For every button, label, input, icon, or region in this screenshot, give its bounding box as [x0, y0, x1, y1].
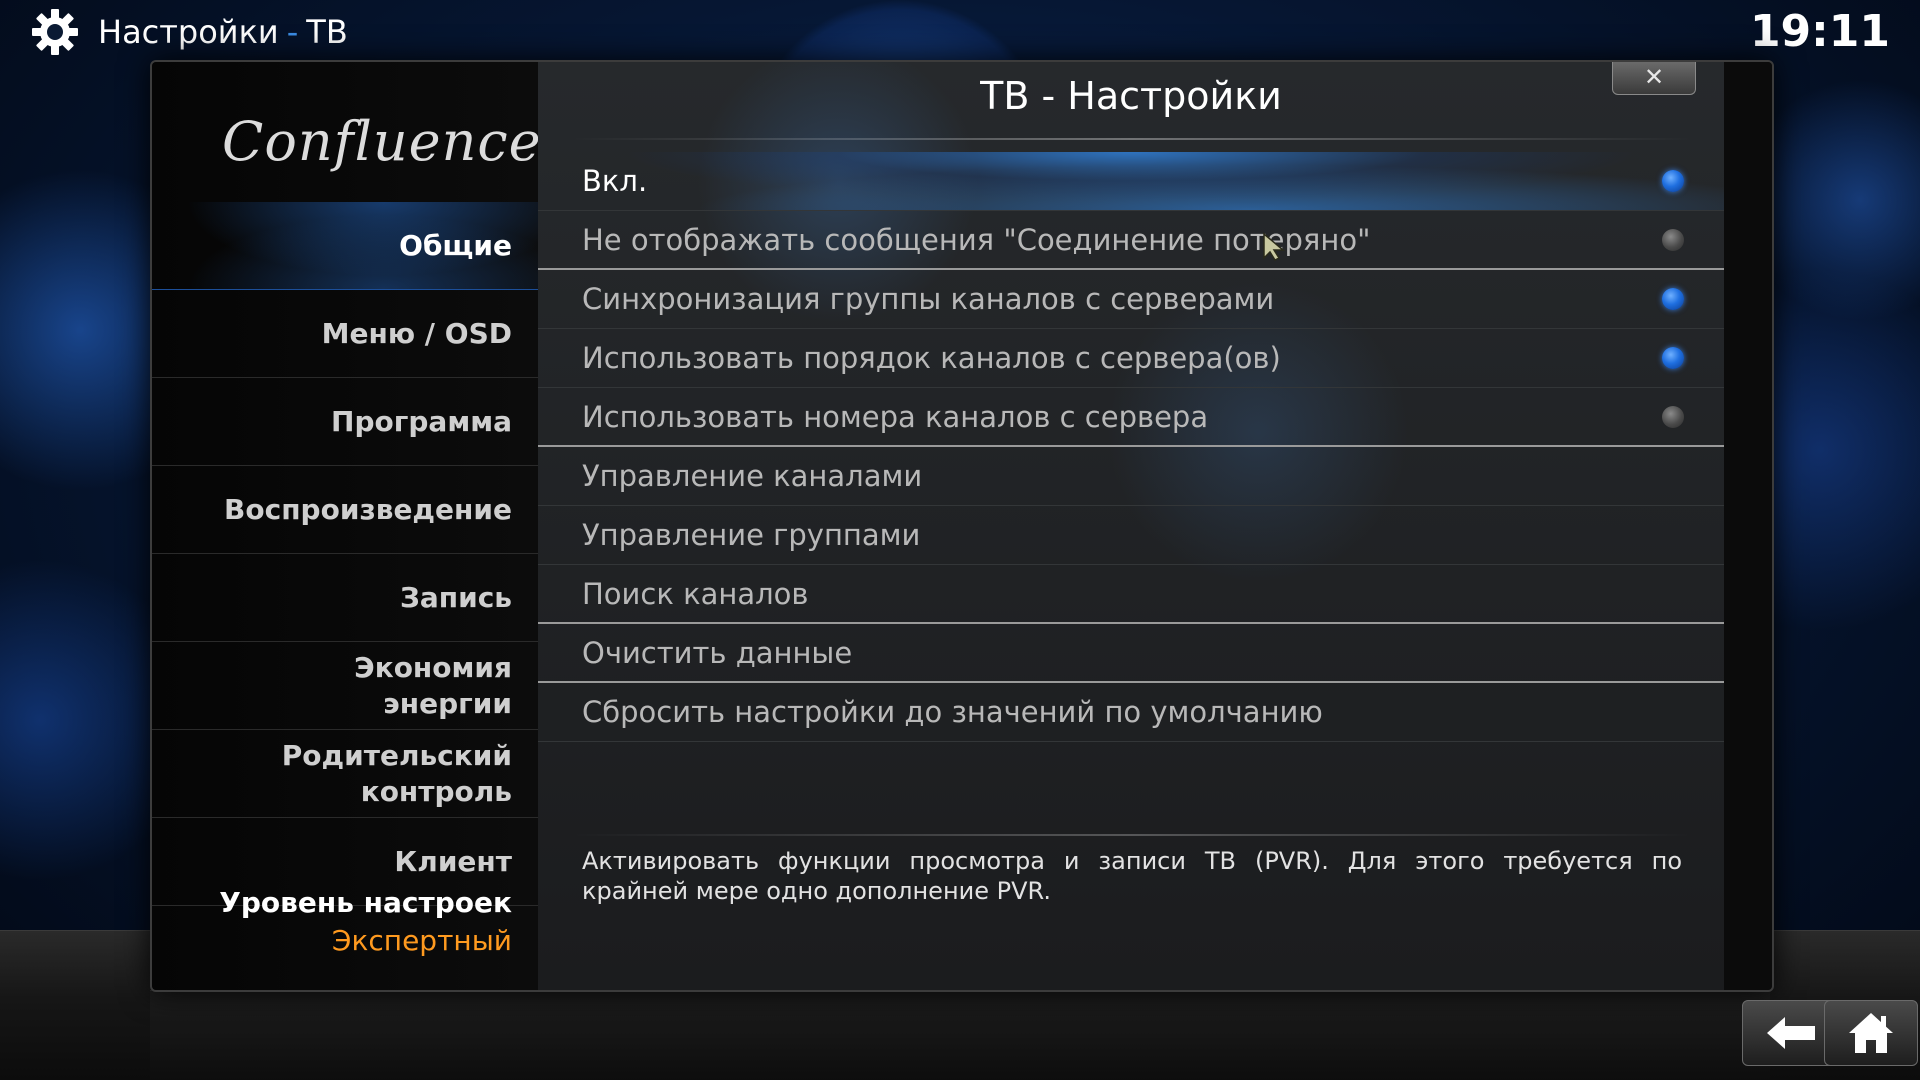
setting-row-reset-defaults[interactable]: Сбросить настройки до значений по умолча…	[538, 683, 1724, 742]
clock: 19:11	[1749, 6, 1890, 57]
help-text: Активировать функции просмотра и записи …	[582, 847, 1682, 905]
sidebar: Confluence Общие Меню / OSD Программа Во…	[152, 62, 542, 990]
setting-row-clear-data[interactable]: Очистить данные	[538, 624, 1724, 683]
home-button[interactable]	[1824, 1000, 1918, 1066]
sidebar-item-playback[interactable]: Воспроизведение	[152, 466, 538, 554]
help-divider	[572, 834, 1692, 836]
settings-level-button[interactable]: Уровень настроек Экспертный	[152, 884, 538, 984]
toggle-on-icon[interactable]	[1662, 288, 1684, 310]
home-icon	[1849, 1013, 1893, 1053]
mouse-pointer-icon	[1263, 232, 1286, 261]
sidebar-item-label: Программа	[331, 404, 512, 438]
title-divider	[572, 138, 1692, 140]
scrollbar-track[interactable]	[1724, 62, 1772, 990]
settings-level-title: Уровень настроек	[219, 886, 512, 919]
setting-row-backend-channel-numbers[interactable]: Использовать номера каналов с сервера	[538, 388, 1724, 447]
gear-icon	[32, 9, 78, 55]
sidebar-item-label: Воспроизведение	[224, 492, 512, 526]
sidebar-item-label-line2: контроль	[360, 774, 512, 808]
setting-label: Использовать номера каналов с сервера	[582, 399, 1209, 434]
setting-label: Очистить данные	[582, 635, 853, 670]
setting-label: Поиск каналов	[582, 576, 809, 611]
sidebar-item-label-line1: Экономия	[354, 650, 512, 684]
settings-dialog: Confluence Общие Меню / OSD Программа Во…	[150, 60, 1774, 992]
screen: Настройки - ТВ 19:11 Confluence Общие Ме…	[0, 0, 1920, 1080]
setting-label: Не отображать сообщения "Соединение поте…	[582, 222, 1371, 257]
settings-list: Вкл. Не отображать сообщения "Соединение…	[538, 152, 1724, 742]
sidebar-item-parental-control[interactable]: Родительский контроль	[152, 730, 538, 818]
header-separator: -	[286, 13, 299, 51]
bottom-panel	[150, 990, 1770, 1080]
sidebar-item-label-line1: Родительский	[281, 738, 512, 772]
sidebar-item-guide[interactable]: Программа	[152, 378, 538, 466]
toggle-on-icon[interactable]	[1662, 347, 1684, 369]
setting-label: Вкл.	[582, 164, 648, 198]
dialog-title: ТВ - Настройки	[980, 74, 1282, 118]
header-section: Настройки	[98, 13, 279, 51]
setting-row-channel-manager[interactable]: Управление каналами	[538, 447, 1724, 506]
sidebar-item-label: Клиент	[394, 844, 512, 878]
sidebar-item-recording[interactable]: Запись	[152, 554, 538, 642]
setting-row-sync-channel-groups[interactable]: Синхронизация группы каналов с серверами	[538, 270, 1724, 329]
close-button[interactable]: ✕	[1612, 62, 1696, 95]
sidebar-item-label: Общие	[399, 228, 512, 262]
setting-label: Использовать порядок каналов с сервера(о…	[582, 341, 1281, 375]
setting-row-hide-connection-lost[interactable]: Не отображать сообщения "Соединение поте…	[538, 211, 1724, 270]
setting-label: Управление группами	[582, 518, 921, 552]
setting-label: Сбросить настройки до значений по умолча…	[582, 695, 1323, 729]
setting-row-backend-channel-order[interactable]: Использовать порядок каналов с сервера(о…	[538, 329, 1724, 388]
sidebar-item-label: Запись	[399, 580, 512, 614]
sidebar-item-label: Меню / OSD	[321, 316, 512, 350]
setting-label: Синхронизация группы каналов с серверами	[582, 282, 1275, 316]
setting-row-enabled[interactable]: Вкл.	[538, 152, 1724, 211]
sidebar-item-label-line2: энергии	[383, 686, 512, 720]
setting-label: Управление каналами	[582, 459, 923, 493]
sidebar-item-menu-osd[interactable]: Меню / OSD	[152, 290, 538, 378]
header-subsection: ТВ	[306, 13, 348, 51]
settings-level-value: Экспертный	[331, 924, 512, 957]
toggle-off-icon[interactable]	[1662, 228, 1684, 251]
setting-row-channel-scan[interactable]: Поиск каналов	[538, 565, 1724, 624]
confluence-logo: Confluence	[222, 110, 542, 173]
toggle-off-icon[interactable]	[1662, 405, 1684, 428]
window-header: Настройки - ТВ	[30, 8, 348, 56]
back-arrow-icon	[1767, 1017, 1815, 1049]
setting-row-group-manager[interactable]: Управление группами	[538, 506, 1724, 565]
toggle-on-icon[interactable]	[1662, 170, 1684, 192]
sidebar-item-power-saving[interactable]: Экономия энергии	[152, 642, 538, 730]
sidebar-item-general[interactable]: Общие	[152, 202, 538, 290]
